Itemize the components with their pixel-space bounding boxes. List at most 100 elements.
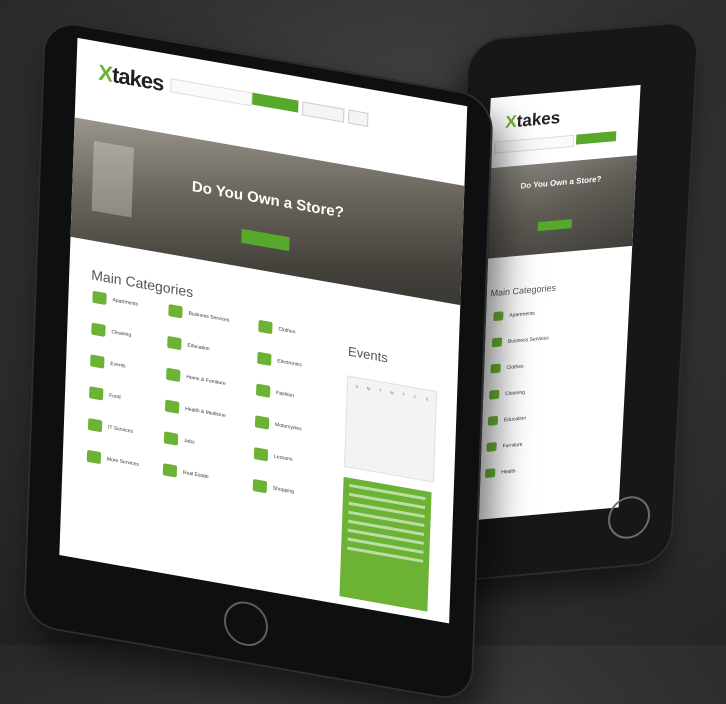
tablet-category-label: Cleaning (111, 329, 132, 339)
calendar-day-header: S (355, 383, 359, 390)
category-icon (486, 442, 497, 452)
category-icon (487, 415, 499, 426)
tablet-category-label: Electronics (277, 358, 302, 369)
category-icon (86, 449, 102, 465)
calendar-day-header: M (366, 385, 371, 392)
tablet-category-item[interactable]: Fashion (255, 383, 295, 402)
phone-category-label: Cleaning (505, 388, 526, 397)
phone-category-label: Business Services (507, 334, 549, 345)
tablet-category-label: Lessons (273, 453, 293, 463)
tablet-category-item[interactable]: IT Services (87, 418, 134, 438)
phone-logo[interactable]: Xtakes (505, 108, 561, 133)
tablet-category-item[interactable]: Shopping (252, 478, 295, 498)
phone-search-button[interactable] (575, 131, 617, 145)
phone-category-label: Apartments (509, 309, 536, 319)
tablet-search-button[interactable] (252, 92, 299, 113)
tablet-category-item[interactable]: Motorcycles (254, 415, 302, 435)
tablet-category-item[interactable]: Apartments (92, 290, 139, 311)
tablet-category-item[interactable]: Education (167, 335, 210, 355)
category-icon (257, 351, 272, 367)
tablet-category-label: Health & Medicine (185, 406, 226, 420)
tablet-category-item[interactable]: More Services (86, 449, 139, 471)
tablet-calendar[interactable]: S M T W T F S (343, 375, 438, 483)
category-icon (255, 383, 271, 398)
tablet-category-item[interactable]: Home & Furniture (166, 367, 226, 390)
category-icon (88, 386, 104, 401)
phone-category-item[interactable]: Clothes (490, 362, 524, 374)
tablet-category-label: Food (109, 392, 121, 401)
category-icon (490, 363, 501, 374)
category-icon (163, 431, 179, 446)
phone-category-label: Health (501, 467, 516, 476)
tablet-device: Xtakes Do You Own a Store? Main Categori… (22, 18, 494, 704)
category-icon (91, 322, 106, 337)
phone-screen: Xtakes Do You Own a Store? Main Categori… (468, 84, 641, 521)
phone-search-input[interactable] (493, 134, 575, 154)
tablet-language-select[interactable] (347, 109, 369, 127)
category-icon (92, 290, 107, 306)
category-icon (166, 367, 181, 383)
phone-category-item[interactable]: Furniture (486, 440, 523, 452)
tablet-category-item[interactable]: Health & Medicine (164, 399, 226, 423)
tablet-category-label: More Services (106, 456, 139, 468)
tablet-category-item[interactable]: Events (90, 354, 126, 372)
category-icon (164, 399, 180, 414)
scene: Xtakes Do You Own a Store? Main Categori… (0, 0, 726, 704)
tablet-category-label: Events (110, 360, 126, 370)
phone-category-item[interactable]: Health (484, 466, 516, 479)
phone-categories-title: Main Categories (490, 282, 557, 299)
category-icon (168, 304, 183, 319)
category-icon (90, 354, 105, 369)
category-icon (253, 447, 269, 462)
phone-category-label: Education (503, 414, 527, 423)
tablet-category-label: Shopping (272, 485, 295, 496)
phone-category-item[interactable]: Cleaning (489, 387, 526, 400)
category-icon (167, 335, 182, 351)
phone-logo-text: takes (516, 107, 561, 131)
tablet-category-label: Jobs (183, 437, 195, 446)
tablet-event-card[interactable] (339, 476, 432, 612)
tablet-category-label: IT Services (107, 424, 134, 435)
tablet-category-label: Education (187, 342, 210, 353)
tablet-location-select[interactable] (302, 101, 345, 123)
calendar-day-header: T (378, 387, 382, 394)
tablet-screen: Xtakes Do You Own a Store? Main Categori… (59, 37, 468, 624)
tablet-events-title: Events (347, 343, 389, 366)
tablet-logo[interactable]: Xtakes (98, 60, 164, 97)
tablet-category-label: Clothes (278, 326, 296, 336)
category-icon (252, 478, 268, 494)
tablet-home-button[interactable] (223, 598, 269, 650)
tablet-category-item[interactable]: Jobs (163, 431, 195, 448)
tablet-category-label: Real Estate (182, 469, 209, 481)
category-icon (162, 463, 178, 478)
tablet-hero-button[interactable] (241, 228, 290, 252)
tablet-category-label: Motorcycles (274, 421, 302, 433)
tablet-category-label: Home & Furniture (186, 374, 226, 388)
tablet-category-item[interactable]: Lessons (253, 447, 293, 466)
category-icon (258, 319, 273, 335)
phone-hero-title: Do You Own a Store? (520, 174, 602, 191)
tablet-category-item[interactable]: Clothes (258, 319, 296, 338)
phone-category-item[interactable]: Business Services (491, 333, 549, 348)
tablet-search-input[interactable] (170, 78, 253, 107)
phone-hero-button[interactable] (537, 219, 573, 232)
tablet-category-item[interactable]: Electronics (257, 351, 302, 372)
category-icon (87, 418, 103, 433)
phone-category-item[interactable]: Education (487, 413, 527, 426)
tablet-category-item[interactable]: Business Services (168, 304, 229, 327)
phone-category-label: Clothes (506, 363, 524, 371)
category-icon (489, 389, 500, 400)
category-icon (491, 337, 503, 348)
category-icon (254, 415, 270, 430)
tablet-category-label: Apartments (112, 297, 139, 308)
phone-hero-banner: Do You Own a Store? (482, 155, 637, 260)
tablet-category-item[interactable]: Real Estate (162, 463, 209, 483)
tablet-category-label: Fashion (276, 389, 295, 400)
phone-category-item[interactable]: Apartments (493, 308, 536, 322)
category-icon (484, 468, 496, 479)
calendar-day-header: W (389, 389, 394, 396)
tablet-category-item[interactable]: Food (88, 386, 121, 403)
phone-category-label: Furniture (502, 441, 523, 450)
calendar-day-header: T (402, 392, 405, 398)
tablet-category-item[interactable]: Cleaning (91, 322, 132, 342)
